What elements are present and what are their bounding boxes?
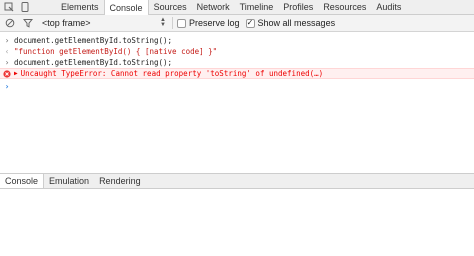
inspect-icon[interactable] [0,0,18,14]
drawer-panel[interactable] [0,189,474,256]
console-error-text[interactable]: Uncaught TypeError: Cannot read property… [21,69,324,78]
checkbox-checked-icon: ✓ [245,18,255,28]
preserve-log-label: Preserve log [189,18,240,28]
tab-timeline[interactable]: Timeline [235,0,279,14]
clear-icon[interactable] [2,15,18,31]
console-result-text: "function getElementById() { [native cod… [14,47,218,56]
device-mode-icon[interactable] [18,0,32,14]
frame-select[interactable]: <top frame> ▲ ▼ [42,17,168,30]
panel-tabs: Elements Console Sources Network Timelin… [56,0,406,16]
frame-select-value: <top frame> [42,18,91,28]
console-error-line: ▶ Uncaught TypeError: Cannot read proper… [0,68,474,79]
console-input-text: document.getElementById.toString(); [14,36,173,45]
select-arrows-icon: ▲ ▼ [160,17,166,28]
console-result-line: ‹ "function getElementById() { [native c… [0,46,474,57]
drawer-tabbar: Console Emulation Rendering [0,173,474,189]
console-input-line: › document.getElementById.toString(); [0,35,474,46]
input-prompt-icon: › [4,58,10,67]
tab-network[interactable]: Network [192,0,235,14]
console-input-line: › document.getElementById.toString(); [0,57,474,68]
tab-sources[interactable]: Sources [149,0,192,14]
checkbox-unchecked-icon [177,18,186,28]
preserve-log-checkbox[interactable]: Preserve log [177,18,240,28]
tab-console[interactable]: Console [103,0,149,16]
result-arrow-icon: ‹ [4,47,10,56]
prompt-caret-icon: › [4,82,10,91]
console-input-text: document.getElementById.toString(); [14,58,173,67]
tab-profiles[interactable]: Profiles [278,0,318,14]
show-all-messages-label: Show all messages [257,18,336,28]
devtools-tabbar: Elements Console Sources Network Timelin… [0,0,474,16]
input-prompt-icon: › [4,36,10,45]
tab-audits[interactable]: Audits [371,0,406,14]
toolbar-divider [172,17,173,29]
tab-elements[interactable]: Elements [56,0,104,14]
drawer-tab-console[interactable]: Console [0,174,45,188]
console-prompt-line[interactable]: › [0,81,474,92]
drawer-tab-rendering[interactable]: Rendering [94,174,146,188]
tab-resources[interactable]: Resources [318,0,371,14]
error-icon [0,69,14,78]
expand-triangle-icon[interactable]: ▶ [14,70,18,77]
filter-icon[interactable] [20,15,36,31]
drawer-tab-emulation[interactable]: Emulation [44,174,94,188]
console-log[interactable]: › document.getElementById.toString(); ‹ … [0,33,474,173]
console-toolbar: <top frame> ▲ ▼ Preserve log ✓ Show all m… [0,15,474,32]
show-all-messages-checkbox[interactable]: ✓ Show all messages [245,18,336,28]
